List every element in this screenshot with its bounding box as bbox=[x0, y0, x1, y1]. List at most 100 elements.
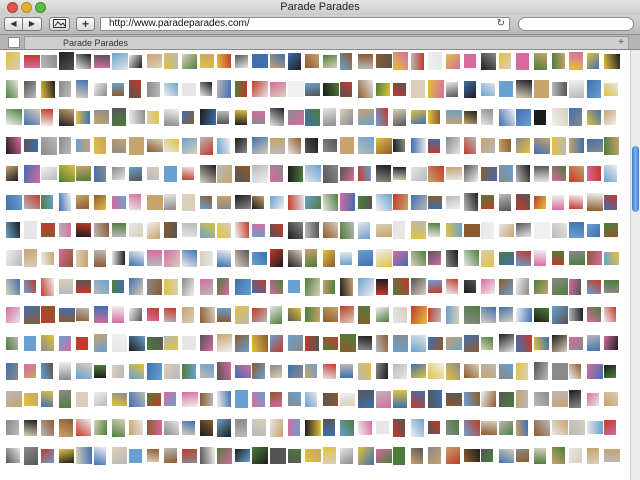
thumbnail-link[interactable] bbox=[252, 447, 269, 465]
thumbnail-link[interactable] bbox=[234, 305, 249, 324]
thumbnail-link[interactable] bbox=[252, 307, 268, 322]
thumbnail-link[interactable] bbox=[6, 278, 20, 295]
thumbnail-link[interactable] bbox=[428, 80, 445, 99]
thumbnail-link[interactable] bbox=[340, 193, 356, 211]
thumbnail-link[interactable] bbox=[270, 81, 286, 97]
thumbnail-link[interactable] bbox=[287, 81, 304, 98]
thumbnail-link[interactable] bbox=[428, 138, 441, 153]
thumbnail-link[interactable] bbox=[498, 108, 515, 126]
thumbnail-link[interactable] bbox=[111, 223, 126, 238]
thumbnail-link[interactable] bbox=[6, 420, 19, 436]
thumbnail-link[interactable] bbox=[463, 250, 479, 267]
thumbnail-link[interactable] bbox=[551, 222, 567, 238]
thumbnail-link[interactable] bbox=[446, 53, 460, 69]
thumbnail-link[interactable] bbox=[270, 137, 285, 154]
thumbnail-link[interactable] bbox=[516, 223, 532, 238]
thumbnail-link[interactable] bbox=[340, 166, 355, 181]
thumbnail-link[interactable] bbox=[234, 54, 248, 68]
thumbnail-link[interactable] bbox=[6, 250, 22, 267]
thumbnail-link[interactable] bbox=[287, 335, 303, 351]
tab-parade-parades[interactable]: Parade Parades + bbox=[24, 36, 629, 49]
thumbnail-link[interactable] bbox=[217, 334, 233, 352]
thumbnail-link[interactable] bbox=[182, 420, 195, 435]
thumbnail-link[interactable] bbox=[481, 364, 497, 379]
thumbnail-link[interactable] bbox=[340, 306, 355, 324]
thumbnail-link[interactable] bbox=[322, 54, 337, 68]
thumbnail-link[interactable] bbox=[23, 139, 38, 153]
thumbnail-link[interactable] bbox=[428, 280, 443, 294]
thumbnail-link[interactable] bbox=[217, 164, 233, 183]
thumbnail-link[interactable] bbox=[358, 446, 374, 465]
thumbnail-link[interactable] bbox=[146, 392, 161, 406]
thumbnail-link[interactable] bbox=[446, 362, 460, 380]
thumbnail-link[interactable] bbox=[252, 54, 269, 68]
thumbnail-link[interactable] bbox=[199, 335, 213, 351]
thumbnail-link[interactable] bbox=[428, 223, 441, 238]
thumbnail-link[interactable] bbox=[322, 447, 336, 465]
address-text[interactable]: http://www.paradeparades.com/ bbox=[109, 18, 250, 30]
thumbnail-link[interactable] bbox=[146, 110, 159, 124]
thumbnail-link[interactable] bbox=[182, 137, 197, 154]
thumbnail-link[interactable] bbox=[340, 419, 355, 436]
thumbnail-link[interactable] bbox=[234, 249, 249, 267]
thumbnail-link[interactable] bbox=[322, 164, 338, 183]
thumbnail-link[interactable] bbox=[23, 335, 36, 351]
thumbnail-link[interactable] bbox=[234, 109, 247, 125]
thumbnail-link[interactable] bbox=[516, 80, 533, 99]
thumbnail-link[interactable] bbox=[94, 306, 108, 324]
thumbnail-link[interactable] bbox=[41, 108, 54, 126]
thumbnail-link[interactable] bbox=[164, 307, 177, 322]
thumbnail-link[interactable] bbox=[129, 278, 144, 296]
thumbnail-link[interactable] bbox=[270, 364, 282, 378]
thumbnail-link[interactable] bbox=[358, 80, 373, 99]
title-bar[interactable]: Parade Parades bbox=[0, 0, 640, 16]
thumbnail-link[interactable] bbox=[234, 195, 251, 209]
thumbnail-link[interactable] bbox=[375, 82, 390, 96]
thumbnail-link[interactable] bbox=[340, 277, 354, 296]
thumbnail-link[interactable] bbox=[516, 52, 530, 70]
thumbnail-link[interactable] bbox=[358, 109, 374, 126]
thumbnail-link[interactable] bbox=[129, 110, 146, 125]
thumbnail-link[interactable] bbox=[270, 334, 283, 352]
thumbnail-link[interactable] bbox=[23, 364, 36, 379]
thumbnail-link[interactable] bbox=[287, 194, 304, 210]
thumbnail-link[interactable] bbox=[111, 195, 126, 209]
thumbnail-link[interactable] bbox=[393, 167, 407, 181]
thumbnail-link[interactable] bbox=[551, 362, 568, 380]
thumbnail-link[interactable] bbox=[463, 334, 479, 352]
thumbnail-link[interactable] bbox=[111, 334, 127, 352]
thumbnail-link[interactable] bbox=[234, 390, 248, 409]
thumbnail-link[interactable] bbox=[586, 193, 603, 211]
thumbnail-link[interactable] bbox=[551, 447, 565, 465]
thumbnail-link[interactable] bbox=[446, 420, 459, 436]
thumbnail-link[interactable] bbox=[340, 251, 353, 265]
thumbnail-link[interactable] bbox=[305, 82, 321, 96]
thumbnail-link[interactable] bbox=[410, 390, 425, 408]
thumbnail-link[interactable] bbox=[270, 249, 283, 268]
thumbnail-link[interactable] bbox=[305, 138, 319, 154]
thumbnail-link[interactable] bbox=[498, 139, 511, 153]
thumbnail-link[interactable] bbox=[252, 223, 266, 237]
thumbnail-link[interactable] bbox=[287, 221, 303, 239]
thumbnail-link[interactable] bbox=[551, 82, 567, 97]
thumbnail-link[interactable] bbox=[6, 52, 20, 70]
thumbnail-link[interactable] bbox=[111, 392, 127, 406]
thumbnail-link[interactable] bbox=[76, 363, 93, 380]
thumbnail-link[interactable] bbox=[375, 165, 391, 183]
thumbnail-link[interactable] bbox=[569, 278, 582, 295]
thumbnail-link[interactable] bbox=[428, 165, 445, 182]
thumbnail-link[interactable] bbox=[217, 80, 232, 99]
thumbnail-link[interactable] bbox=[129, 54, 143, 68]
thumbnail-link[interactable] bbox=[270, 279, 283, 294]
thumbnail-link[interactable] bbox=[111, 138, 126, 153]
thumbnail-link[interactable] bbox=[569, 390, 582, 409]
thumbnail-link[interactable] bbox=[41, 136, 58, 155]
thumbnail-link[interactable] bbox=[305, 364, 318, 379]
thumbnail-link[interactable] bbox=[287, 448, 301, 463]
thumbnail-link[interactable] bbox=[463, 193, 478, 211]
thumbnail-link[interactable] bbox=[129, 391, 146, 407]
thumbnail-link[interactable] bbox=[199, 278, 213, 295]
thumbnail-link[interactable] bbox=[586, 251, 602, 266]
thumbnail-link[interactable] bbox=[217, 307, 232, 322]
thumbnail-link[interactable] bbox=[516, 278, 530, 296]
